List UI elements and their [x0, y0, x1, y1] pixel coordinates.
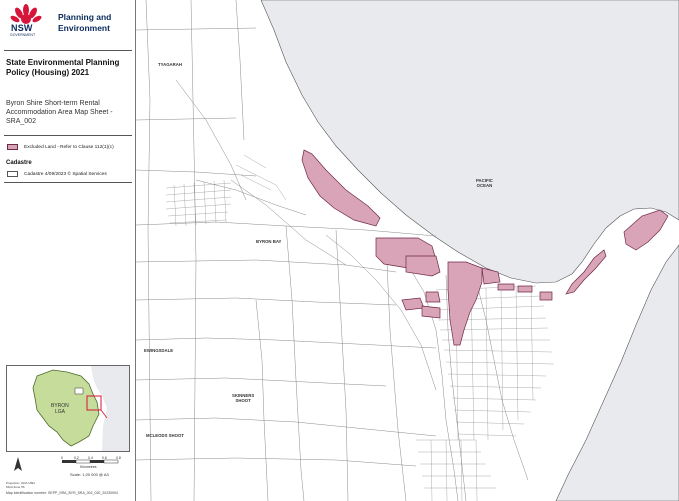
- scale-unit: Kilometres: [80, 465, 97, 469]
- excluded-parcel-small-2: [517, 285, 533, 293]
- divider: [4, 135, 132, 136]
- map-canvas[interactable]: TYAGARAH BYRON BAY PACIFIC OCEAN EWINGSD…: [136, 0, 679, 501]
- logo-wordmark: NSW: [11, 23, 33, 33]
- label-pacific-ocean: PACIFIC OCEAN: [476, 178, 493, 188]
- map-subtitle: Byron Shire Short-term Rental Accommodat…: [6, 99, 132, 126]
- excluded-parcel-wategos: [623, 209, 669, 251]
- scale-tick-1: 0.2: [74, 456, 79, 460]
- scale-bar: 0 0.2 0.4 0.6 0.8 Kilometres Scale: 1:20…: [58, 455, 124, 479]
- label-pacific-ocean-line2: OCEAN: [476, 183, 493, 188]
- legend-cadastre-heading: Cadastre: [6, 160, 32, 166]
- scale-bar-svg: 0 0.2 0.4 0.6 0.8 Kilometres Scale: 1:20…: [61, 456, 121, 477]
- scale-tick-0: 0: [61, 456, 63, 460]
- legend-cadastre-label: Cadastre 4/09/2023 © Spatial Services: [24, 172, 107, 177]
- excluded-parcel-west-3: [425, 291, 441, 303]
- label-skinners-shoot: SKINNERS SHOOT: [232, 393, 254, 403]
- inset-lga-label-line2: LGA: [55, 409, 66, 415]
- map-identification: Map identification number: SEPP_SRA_BYR_…: [6, 491, 118, 495]
- department-line2: Environment: [58, 23, 110, 33]
- department-name: Planning and Environment: [58, 12, 111, 34]
- excluded-parcel-jonson-st: [447, 261, 483, 346]
- label-byron-bay: BYRON BAY: [256, 239, 282, 244]
- divider: [4, 182, 132, 183]
- legend-excluded-label: Excluded Land - Refer to Clause 112(1)(c…: [24, 145, 114, 150]
- label-mcleods-shoot: MCLEODS SHOOT: [146, 433, 184, 438]
- label-ewingsdale: EWINGSDALE: [144, 348, 174, 353]
- scale-tick-3: 0.6: [102, 456, 107, 460]
- logo-sub: GOVERNMENT: [10, 33, 36, 37]
- suburb-grid-west: [165, 154, 287, 227]
- locator-inset-map: BYRON LGA: [6, 365, 130, 452]
- excluded-parcel-west-1: [401, 297, 425, 311]
- north-arrow-icon: [14, 457, 22, 471]
- inset-map-svg: BYRON LGA: [7, 366, 129, 451]
- scale-tick-4: 0.8: [116, 456, 121, 460]
- map-sidebar: NSW GOVERNMENT Planning and Environment …: [0, 0, 136, 501]
- excluded-parcel-west-2: [421, 305, 441, 319]
- subtitle-line2: Accommodation Area Map Sheet -: [6, 109, 113, 116]
- scale-text: Scale: 1:20 000 @ A3: [70, 472, 110, 477]
- map-title: State Environmental Planning Policy (Hou…: [6, 58, 132, 78]
- suburb-grid-central: [416, 285, 555, 501]
- projection-line2: MGA Zone 56: [6, 485, 25, 489]
- subtitle-line3: SRA_002: [6, 118, 36, 125]
- excluded-parcel-town-east: [405, 255, 441, 277]
- title-line2: Policy (Housing) 2021: [6, 68, 90, 77]
- department-line1: Planning and: [58, 12, 112, 22]
- label-tyagarah: TYAGARAH: [158, 62, 182, 67]
- legend-swatch-cadastre: [7, 171, 18, 177]
- north-arrow: [8, 455, 28, 479]
- scale-tick-2: 0.4: [88, 456, 93, 460]
- pacific-ocean: [260, 0, 679, 284]
- projection-info: Projection: GDA 1994 MGA Zone 56: [6, 481, 42, 489]
- excluded-parcel-small-3: [539, 291, 553, 301]
- divider: [4, 50, 132, 51]
- legend-swatch-excluded: [7, 144, 18, 150]
- label-skinners-shoot-line2: SHOOT: [235, 398, 251, 403]
- map-svg[interactable]: [136, 0, 679, 501]
- title-line1: State Environmental Planning: [6, 58, 120, 67]
- subtitle-line1: Byron Shire Short-term Rental: [6, 100, 100, 107]
- excluded-parcel-small-1: [497, 283, 515, 291]
